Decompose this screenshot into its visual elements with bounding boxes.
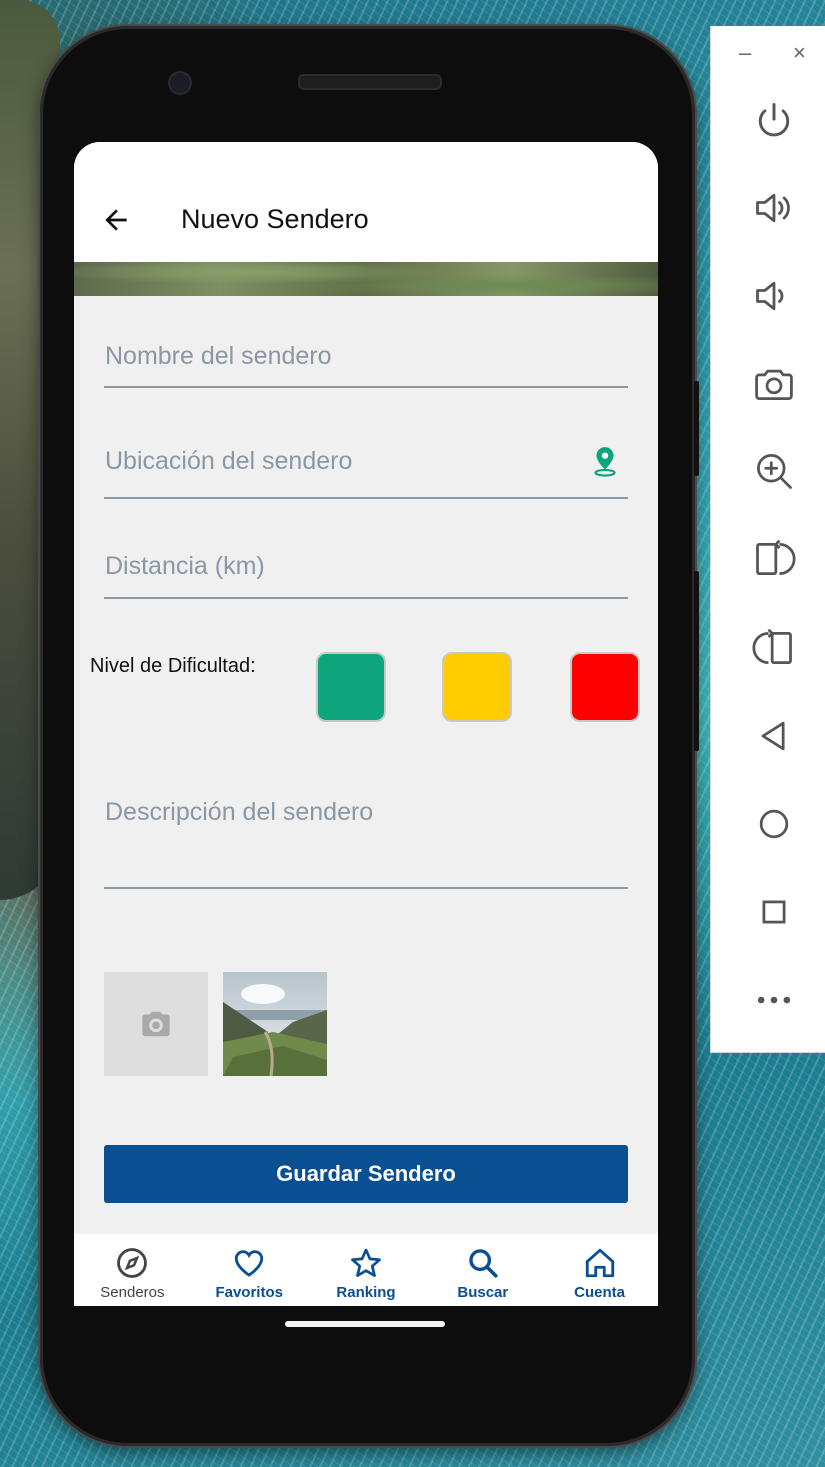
volume-down-icon xyxy=(756,281,784,311)
nav-label-ranking: Ranking xyxy=(336,1284,396,1301)
difficulty-medium-swatch[interactable] xyxy=(442,652,512,722)
nav-label-buscar: Buscar xyxy=(457,1284,509,1301)
nav-label-senderos: Senderos xyxy=(100,1284,165,1301)
home-icon xyxy=(585,1248,614,1278)
front-camera xyxy=(168,71,192,95)
nav-item-buscar[interactable]: Buscar xyxy=(424,1234,541,1306)
power-icon xyxy=(758,103,790,137)
location-pin-icon[interactable] xyxy=(592,445,618,477)
zoom-icon xyxy=(757,454,792,489)
rotate-left-icon xyxy=(752,628,792,665)
nav-label-favoritos: Favoritos xyxy=(215,1284,283,1301)
heart-icon xyxy=(235,1250,264,1277)
page-title: Nuevo Sendero xyxy=(181,204,369,234)
nav-item-senderos[interactable]: Senderos xyxy=(74,1234,191,1306)
trail-location-placeholder: Ubicación del sendero xyxy=(105,447,353,475)
nav-label-cuenta: Cuenta xyxy=(574,1284,625,1301)
trail-location-field[interactable]: Ubicación del sendero xyxy=(104,437,628,499)
more-icon xyxy=(757,996,791,1004)
search-icon xyxy=(469,1249,498,1278)
nav-item-cuenta[interactable]: Cuenta xyxy=(541,1234,658,1306)
header-image xyxy=(74,262,658,296)
nav-item-favoritos[interactable]: Favoritos xyxy=(191,1234,308,1306)
overview-icon xyxy=(762,900,786,924)
close-button[interactable]: × xyxy=(793,40,806,66)
minimize-button[interactable]: – xyxy=(739,40,751,66)
save-trail-button[interactable]: Guardar Sendero xyxy=(104,1145,628,1203)
volume-up-icon xyxy=(756,193,790,223)
trail-name-placeholder: Nombre del sendero xyxy=(105,342,332,370)
volume-up-button[interactable] xyxy=(749,183,799,233)
difficulty-label: Nivel de Dificultad: xyxy=(90,655,256,677)
home-circle-icon xyxy=(759,809,789,839)
zoom-button[interactable] xyxy=(749,446,799,496)
difficulty-easy-swatch[interactable] xyxy=(316,652,386,722)
add-photo-button[interactable] xyxy=(104,972,208,1076)
distance-field[interactable]: Distancia (km) xyxy=(104,542,628,599)
rotate-right-button[interactable] xyxy=(749,534,799,584)
emulator-control-panel: – × xyxy=(710,26,825,1053)
rotate-right-icon xyxy=(756,539,796,576)
home-button[interactable] xyxy=(749,799,799,849)
back-button[interactable] xyxy=(749,711,799,761)
rotate-left-button[interactable] xyxy=(749,623,799,673)
star-icon xyxy=(351,1248,381,1277)
bottom-navigation: Senderos Favoritos Ranking Buscar Cuenta xyxy=(74,1234,658,1306)
app-bar: Nuevo Sendero xyxy=(74,142,658,262)
power-button[interactable] xyxy=(749,96,799,146)
compass-icon xyxy=(117,1248,148,1278)
trail-photo xyxy=(223,972,327,1076)
trail-photo-thumbnail[interactable] xyxy=(223,972,327,1076)
description-field[interactable]: Descripción del sendero xyxy=(104,782,628,889)
camera-icon xyxy=(755,369,793,401)
overview-button[interactable] xyxy=(749,887,799,937)
power-side-button xyxy=(694,381,699,476)
trail-name-field[interactable]: Nombre del sendero xyxy=(104,332,628,388)
distance-placeholder: Distancia (km) xyxy=(105,552,265,580)
difficulty-hard-swatch[interactable] xyxy=(570,652,640,722)
volume-side-button xyxy=(694,571,699,751)
description-placeholder: Descripción del sendero xyxy=(105,798,374,826)
back-icon xyxy=(761,721,785,751)
camera-icon xyxy=(142,1011,170,1037)
gesture-home-indicator[interactable] xyxy=(285,1321,445,1327)
screenshot-button[interactable] xyxy=(749,359,799,409)
app-screen: Nuevo Sendero Nombre del sendero Ubicaci… xyxy=(74,142,658,1306)
volume-down-button[interactable] xyxy=(749,271,799,321)
earpiece-speaker xyxy=(298,74,442,90)
nav-item-ranking[interactable]: Ranking xyxy=(308,1234,425,1306)
back-arrow-icon[interactable] xyxy=(100,204,132,236)
more-button[interactable] xyxy=(749,975,799,1025)
